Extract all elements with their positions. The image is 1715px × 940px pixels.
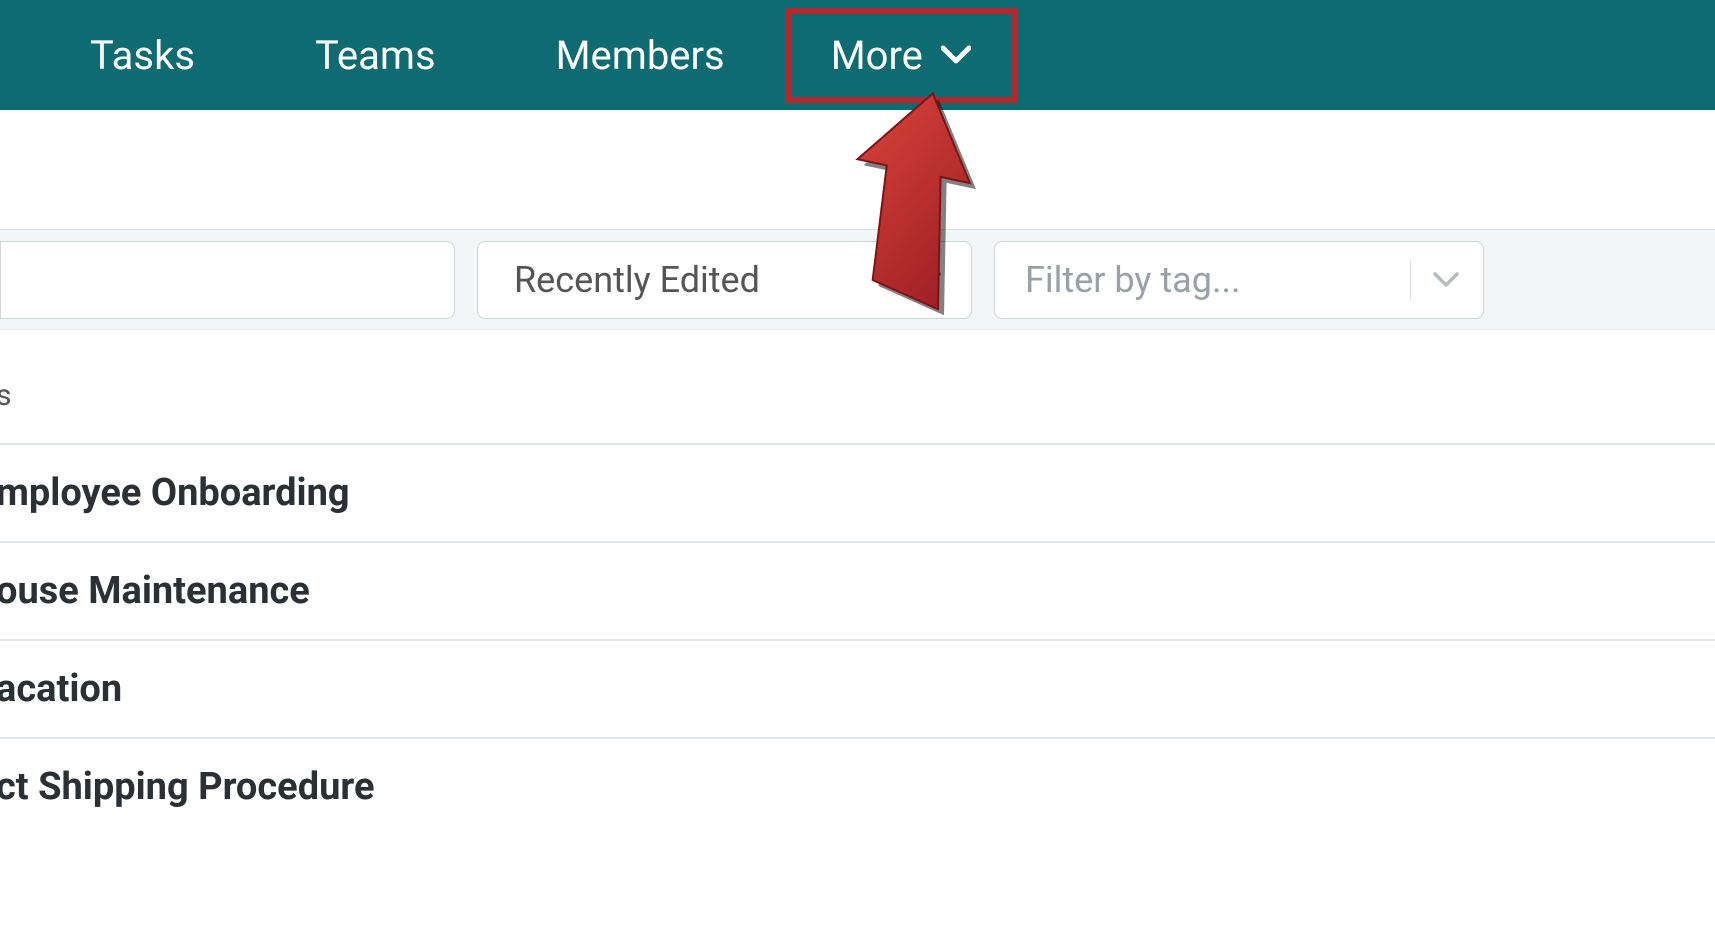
- sort-selected-label: Recently Edited: [514, 259, 760, 301]
- chevron-down-icon: [941, 45, 971, 65]
- nav-label: Tasks: [90, 32, 195, 79]
- separator: [1410, 258, 1411, 302]
- secondary-bar: [0, 110, 1715, 230]
- search-input[interactable]: [0, 241, 455, 319]
- nav-label: Teams: [315, 32, 436, 79]
- section-header: s: [0, 370, 1715, 443]
- chevron-down-icon: [1433, 271, 1459, 289]
- nav-members[interactable]: Members: [496, 2, 785, 109]
- nav-more[interactable]: More: [785, 8, 1017, 103]
- list-item-title: ouse Maintenance: [0, 569, 310, 613]
- sort-select[interactable]: Recently Edited: [477, 241, 972, 319]
- list-item[interactable]: mployee Onboarding: [0, 443, 1715, 541]
- nav-teams[interactable]: Teams: [255, 2, 496, 109]
- nav-label: Members: [556, 32, 725, 79]
- list-item-title: acation: [0, 667, 122, 711]
- top-nav: Tasks Teams Members More: [0, 0, 1715, 110]
- process-list: s mployee Onboarding ouse Maintenance ac…: [0, 330, 1715, 835]
- list-item[interactable]: ouse Maintenance: [0, 541, 1715, 639]
- tag-filter-placeholder: Filter by tag...: [1025, 259, 1240, 301]
- nav-tasks[interactable]: Tasks: [30, 2, 255, 109]
- list-item[interactable]: ct Shipping Procedure: [0, 737, 1715, 835]
- tag-filter-input[interactable]: Filter by tag...: [994, 241, 1484, 319]
- section-header-text: s: [0, 378, 11, 413]
- chevron-down-icon: [915, 271, 941, 289]
- filter-bar: Recently Edited Filter by tag...: [0, 230, 1715, 330]
- nav-label: More: [831, 32, 923, 79]
- list-item-title: mployee Onboarding: [0, 471, 350, 515]
- list-item-title: ct Shipping Procedure: [0, 765, 374, 809]
- list-item[interactable]: acation: [0, 639, 1715, 737]
